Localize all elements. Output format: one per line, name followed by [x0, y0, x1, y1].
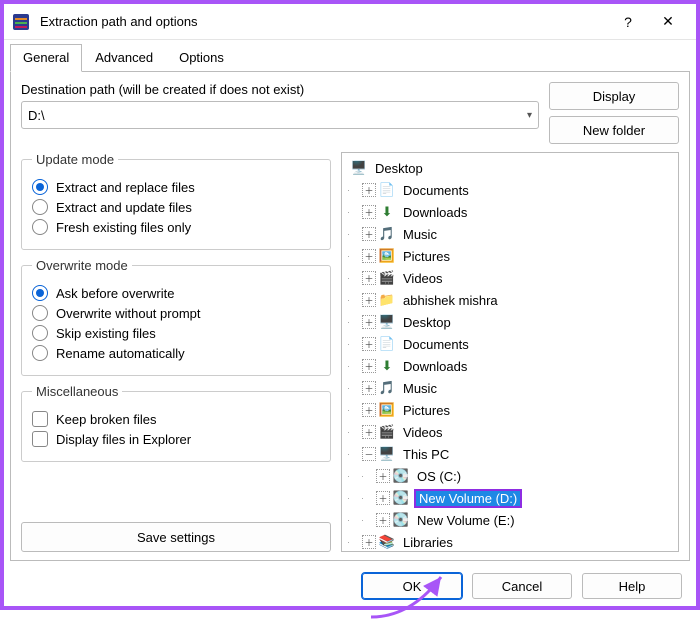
- radio-dot-icon: [32, 285, 48, 301]
- folder-icon: 📁: [378, 292, 396, 308]
- expand-icon[interactable]: ＋: [376, 491, 390, 505]
- expand-icon[interactable]: ＋: [362, 227, 376, 241]
- help-button-bottom[interactable]: Help: [582, 573, 682, 599]
- chevron-down-icon: ▾: [527, 110, 532, 121]
- tree-node-documents-2[interactable]: ＋📄Documents: [348, 333, 678, 355]
- tree-node-documents[interactable]: ＋📄Documents: [348, 179, 678, 201]
- close-button[interactable]: ✕: [648, 7, 688, 37]
- tree-node-pictures-2[interactable]: ＋🖼️Pictures: [348, 399, 678, 421]
- pc-icon: 🖥️: [378, 446, 396, 462]
- expand-icon[interactable]: ＋: [362, 315, 376, 329]
- picture-icon: 🖼️: [378, 402, 396, 418]
- check-display-explorer[interactable]: Display files in Explorer: [32, 431, 320, 447]
- tree-node-this-pc[interactable]: －🖥️This PC: [348, 443, 678, 465]
- tree-node-desktop-2[interactable]: ＋🖥️Desktop: [348, 311, 678, 333]
- video-icon: 🎬: [378, 424, 396, 440]
- tab-options[interactable]: Options: [166, 44, 237, 72]
- tree-node-videos[interactable]: ＋🎬Videos: [348, 267, 678, 289]
- tab-panel-general: Destination path (will be created if doe…: [10, 71, 690, 561]
- update-mode-group: Update mode Extract and replace files Ex…: [21, 152, 331, 250]
- drive-icon: 💽: [392, 468, 410, 484]
- tab-advanced[interactable]: Advanced: [82, 44, 166, 72]
- expand-icon[interactable]: ＋: [362, 205, 376, 219]
- document-icon: 📄: [378, 336, 396, 352]
- tree-node-pictures[interactable]: ＋🖼️Pictures: [348, 245, 678, 267]
- tree-node-desktop[interactable]: 🖥️Desktop: [348, 157, 678, 179]
- radio-dot-icon: [32, 219, 48, 235]
- save-settings-button[interactable]: Save settings: [21, 522, 331, 552]
- radio-fresh-only[interactable]: Fresh existing files only: [32, 219, 320, 235]
- expand-icon[interactable]: ＋: [362, 535, 376, 549]
- drive-icon: 💽: [392, 512, 410, 528]
- tree-node-downloads[interactable]: ＋⬇Downloads: [348, 201, 678, 223]
- cancel-button[interactable]: Cancel: [472, 573, 572, 599]
- new-folder-button[interactable]: New folder: [549, 116, 679, 144]
- tree-node-new-volume-d[interactable]: ＋💽New Volume (D:): [348, 487, 678, 509]
- tree-node-music[interactable]: ＋🎵Music: [348, 223, 678, 245]
- download-icon: ⬇: [378, 358, 396, 374]
- title-bar: Extraction path and options ? ✕: [4, 4, 696, 40]
- expand-icon[interactable]: ＋: [362, 249, 376, 263]
- radio-rename-auto[interactable]: Rename automatically: [32, 345, 320, 361]
- checkbox-icon: [32, 431, 48, 447]
- overwrite-mode-legend: Overwrite mode: [32, 258, 132, 273]
- picture-icon: 🖼️: [378, 248, 396, 264]
- expand-icon[interactable]: ＋: [362, 271, 376, 285]
- misc-group: Miscellaneous Keep broken files Display …: [21, 384, 331, 462]
- expand-icon[interactable]: ＋: [376, 513, 390, 527]
- radio-dot-icon: [32, 345, 48, 361]
- tab-strip: General Advanced Options: [4, 40, 696, 72]
- music-icon: 🎵: [378, 226, 396, 242]
- collapse-icon[interactable]: －: [362, 447, 376, 461]
- document-icon: 📄: [378, 182, 396, 198]
- help-button[interactable]: ?: [608, 7, 648, 37]
- expand-icon[interactable]: ＋: [362, 403, 376, 417]
- radio-dot-icon: [32, 305, 48, 321]
- video-icon: 🎬: [378, 270, 396, 286]
- tree-node-libraries[interactable]: ＋📚Libraries: [348, 531, 678, 552]
- dialog-button-row: OK Cancel Help: [4, 567, 696, 609]
- tree-node-new-volume-e[interactable]: ＋💽New Volume (E:): [348, 509, 678, 531]
- music-icon: 🎵: [378, 380, 396, 396]
- folder-tree[interactable]: 🖥️Desktop ＋📄Documents ＋⬇Downloads ＋🎵Musi…: [341, 152, 679, 552]
- overwrite-mode-group: Overwrite mode Ask before overwrite Over…: [21, 258, 331, 376]
- ok-button[interactable]: OK: [362, 573, 462, 599]
- expand-icon[interactable]: ＋: [362, 425, 376, 439]
- drive-icon: 💽: [392, 490, 410, 506]
- expand-icon[interactable]: ＋: [376, 469, 390, 483]
- tab-general[interactable]: General: [10, 44, 82, 72]
- radio-dot-icon: [32, 325, 48, 341]
- misc-legend: Miscellaneous: [32, 384, 122, 399]
- tree-node-os-c[interactable]: ＋💽OS (C:): [348, 465, 678, 487]
- tree-node-downloads-2[interactable]: ＋⬇Downloads: [348, 355, 678, 377]
- desktop-icon: 🖥️: [350, 160, 368, 176]
- checkbox-icon: [32, 411, 48, 427]
- radio-extract-replace[interactable]: Extract and replace files: [32, 179, 320, 195]
- destination-path-value: D:\: [28, 108, 45, 123]
- radio-extract-update[interactable]: Extract and update files: [32, 199, 320, 215]
- expand-icon[interactable]: ＋: [362, 293, 376, 307]
- radio-dot-icon: [32, 179, 48, 195]
- tree-node-videos-2[interactable]: ＋🎬Videos: [348, 421, 678, 443]
- tree-node-music-2[interactable]: ＋🎵Music: [348, 377, 678, 399]
- window-title: Extraction path and options: [40, 14, 608, 29]
- libraries-icon: 📚: [378, 534, 396, 550]
- radio-ask-before[interactable]: Ask before overwrite: [32, 285, 320, 301]
- radio-dot-icon: [32, 199, 48, 215]
- desktop-icon: 🖥️: [378, 314, 396, 330]
- display-button[interactable]: Display: [549, 82, 679, 110]
- expand-icon[interactable]: ＋: [362, 359, 376, 373]
- download-icon: ⬇: [378, 204, 396, 220]
- radio-skip-existing[interactable]: Skip existing files: [32, 325, 320, 341]
- destination-path-combo[interactable]: D:\ ▾: [21, 101, 539, 129]
- check-keep-broken[interactable]: Keep broken files: [32, 411, 320, 427]
- expand-icon[interactable]: ＋: [362, 183, 376, 197]
- tree-node-user[interactable]: ＋📁abhishek mishra: [348, 289, 678, 311]
- expand-icon[interactable]: ＋: [362, 337, 376, 351]
- destination-label: Destination path (will be created if doe…: [21, 82, 539, 97]
- app-icon: [12, 13, 30, 31]
- radio-without-prompt[interactable]: Overwrite without prompt: [32, 305, 320, 321]
- update-mode-legend: Update mode: [32, 152, 118, 167]
- expand-icon[interactable]: ＋: [362, 381, 376, 395]
